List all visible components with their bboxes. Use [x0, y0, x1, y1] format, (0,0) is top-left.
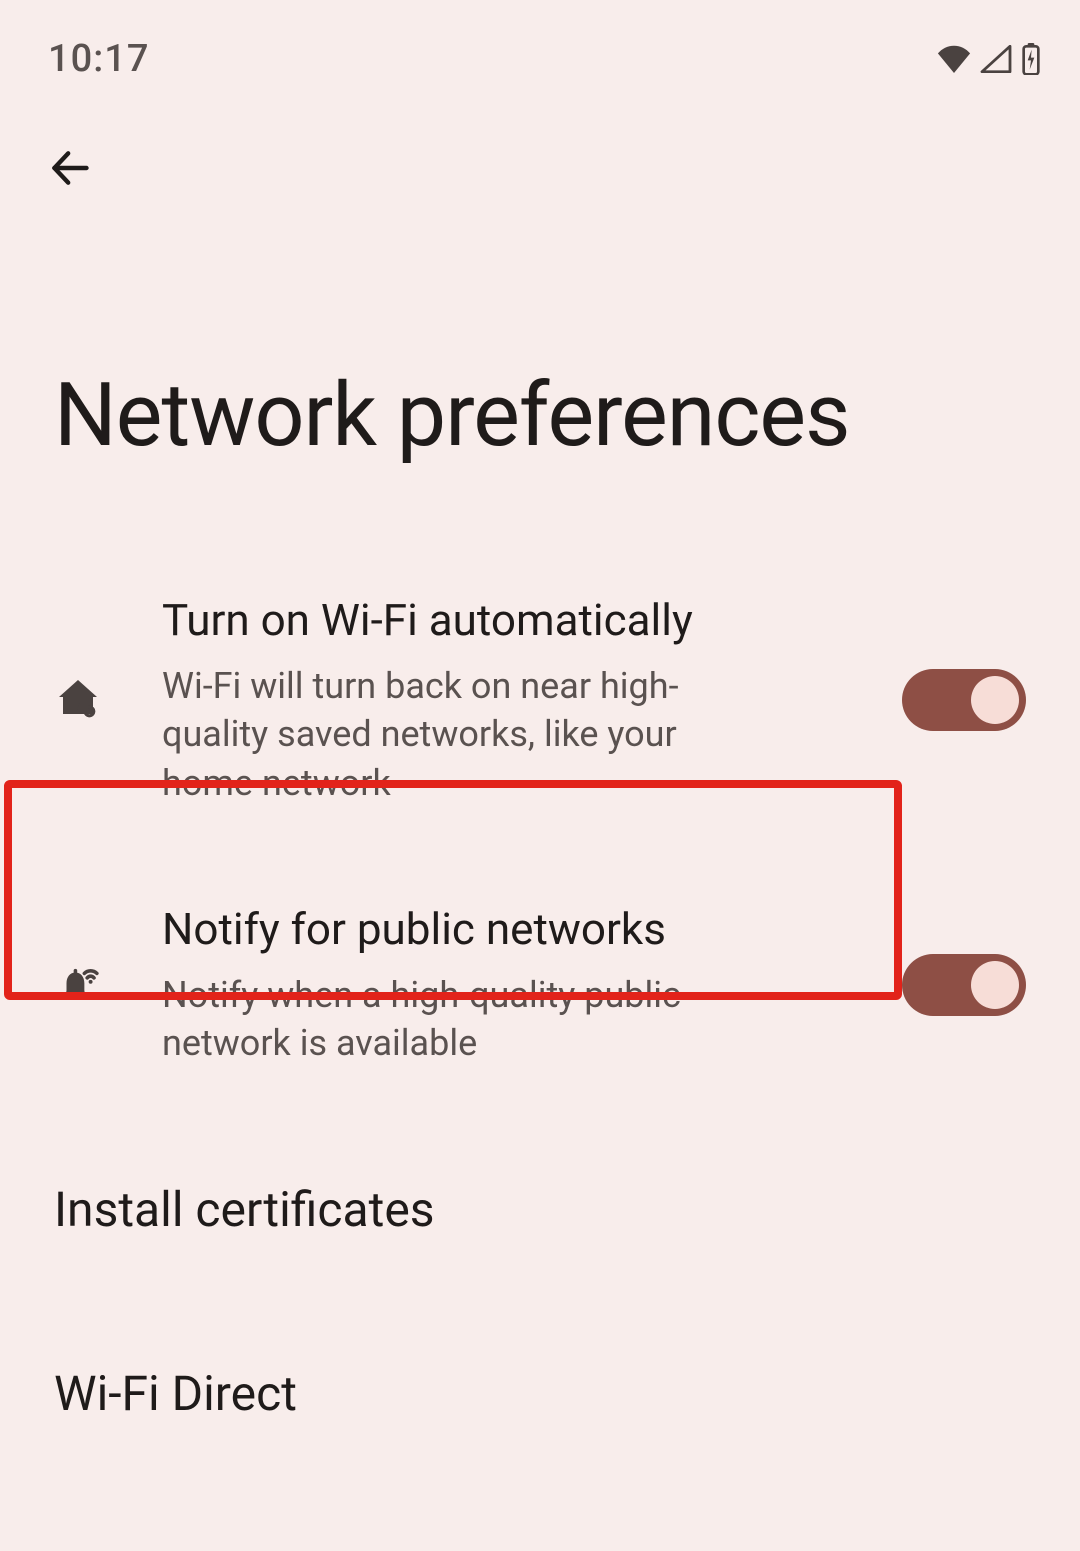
arrow-left-icon — [48, 146, 92, 194]
setting-text: Wi-Fi Direct — [54, 1364, 1026, 1424]
setting-text: Turn on Wi-Fi automatically Wi-Fi will t… — [162, 593, 902, 808]
setting-wifi-direct[interactable]: Wi-Fi Direct — [0, 1332, 1080, 1456]
setting-auto-wifi[interactable]: Turn on Wi-Fi automatically Wi-Fi will t… — [0, 561, 1080, 840]
status-time: 10:17 — [48, 37, 149, 81]
setting-text: Install certificates — [54, 1180, 1026, 1240]
home-refresh-icon — [54, 676, 162, 724]
status-bar: 10:17 — [0, 0, 1080, 90]
status-icons — [936, 43, 1042, 75]
setting-text: Notify for public networks Notify when a… — [162, 902, 902, 1068]
page-title: Network preferences — [0, 200, 1080, 465]
auto-wifi-toggle[interactable] — [902, 669, 1026, 731]
settings-list: Turn on Wi-Fi automatically Wi-Fi will t… — [0, 465, 1080, 1456]
setting-subtitle: Wi-Fi will turn back on near high-qualit… — [162, 662, 722, 808]
notify-public-toggle[interactable] — [902, 954, 1026, 1016]
back-button[interactable] — [40, 140, 100, 200]
battery-charging-icon — [1020, 43, 1042, 75]
setting-title: Install certificates — [54, 1180, 1002, 1240]
wifi-icon — [936, 45, 972, 73]
setting-title: Turn on Wi-Fi automatically — [162, 593, 878, 648]
setting-title: Notify for public networks — [162, 902, 878, 957]
setting-notify-public[interactable]: Notify for public networks Notify when a… — [0, 870, 1080, 1100]
setting-title: Wi-Fi Direct — [54, 1364, 1002, 1424]
signal-icon — [980, 45, 1012, 73]
bell-wifi-icon — [54, 960, 162, 1010]
setting-install-certificates[interactable]: Install certificates — [0, 1148, 1080, 1272]
app-bar — [0, 90, 1080, 200]
setting-subtitle: Notify when a high-quality public networ… — [162, 971, 682, 1068]
